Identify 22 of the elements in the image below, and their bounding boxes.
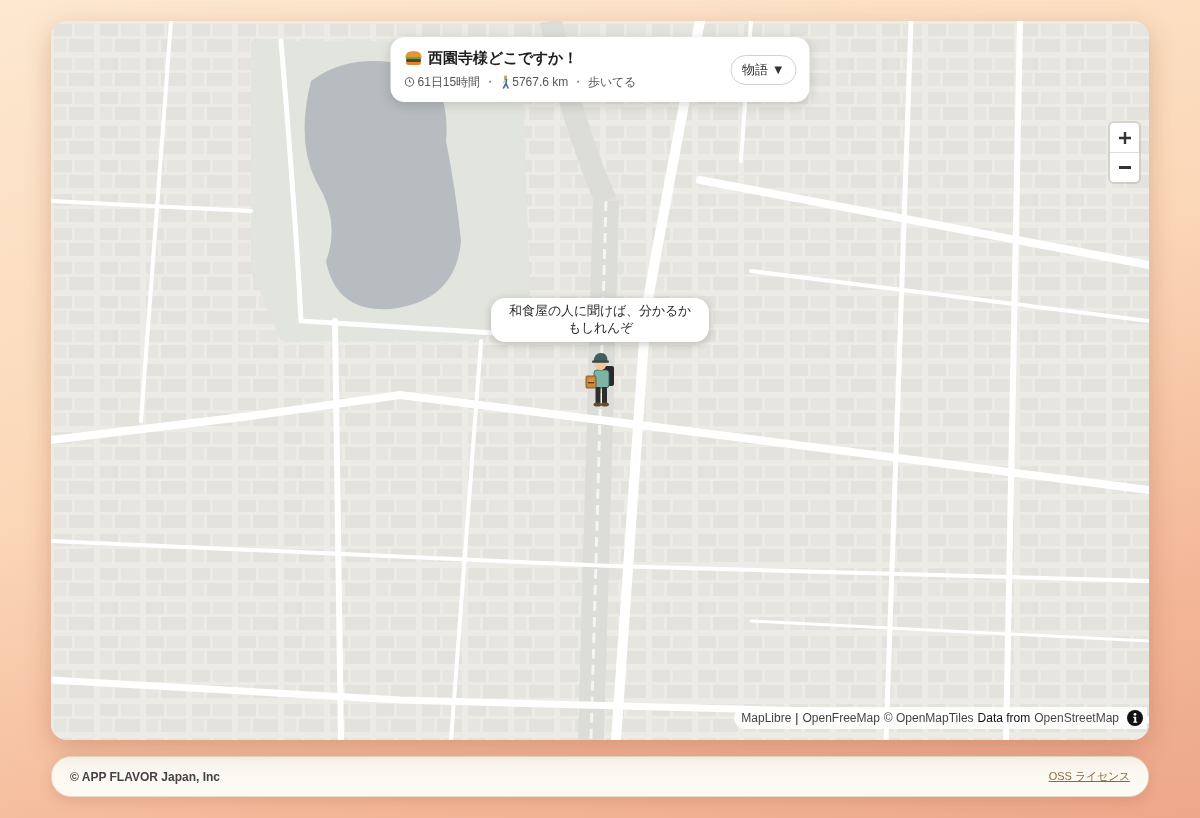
- page-title: 西園寺様どこですか！: [427, 48, 578, 68]
- copyright-text: © APP FLAVOR Japan, Inc: [70, 769, 220, 784]
- attribution-link[interactable]: OpenStreetMap: [1034, 711, 1119, 725]
- person-with-bag-icon: [585, 351, 617, 409]
- clock-icon: [404, 77, 415, 87]
- story-button[interactable]: 物語 ▼: [730, 54, 797, 85]
- plus-icon: [1118, 131, 1131, 144]
- minus-icon: [1118, 166, 1131, 169]
- attribution-link[interactable]: OpenFreeMap: [802, 711, 880, 725]
- separator-dot: ・: [484, 73, 497, 91]
- status-text: 歩いてる: [588, 73, 637, 91]
- walking-person-icon: [500, 75, 510, 89]
- speech-bubble: 和食屋の人に聞けば、分かるかもしれんぞ: [491, 298, 709, 342]
- license-link[interactable]: OSS ライセンス: [1048, 769, 1130, 784]
- elapsed-time-text: 61日15時間: [417, 73, 481, 91]
- info-icon[interactable]: [1127, 710, 1143, 726]
- distance-text: 5767.6 km: [512, 75, 569, 89]
- separator-dot: ・: [572, 73, 585, 91]
- attribution-text: MapLibre | OpenFreeMap © OpenMapTiles Data from OpenStreetMap: [741, 711, 1119, 725]
- attribution-link[interactable]: MapLibre: [741, 711, 792, 725]
- attribution-link[interactable]: © OpenMapTiles: [883, 711, 974, 725]
- burger-icon: [404, 50, 423, 66]
